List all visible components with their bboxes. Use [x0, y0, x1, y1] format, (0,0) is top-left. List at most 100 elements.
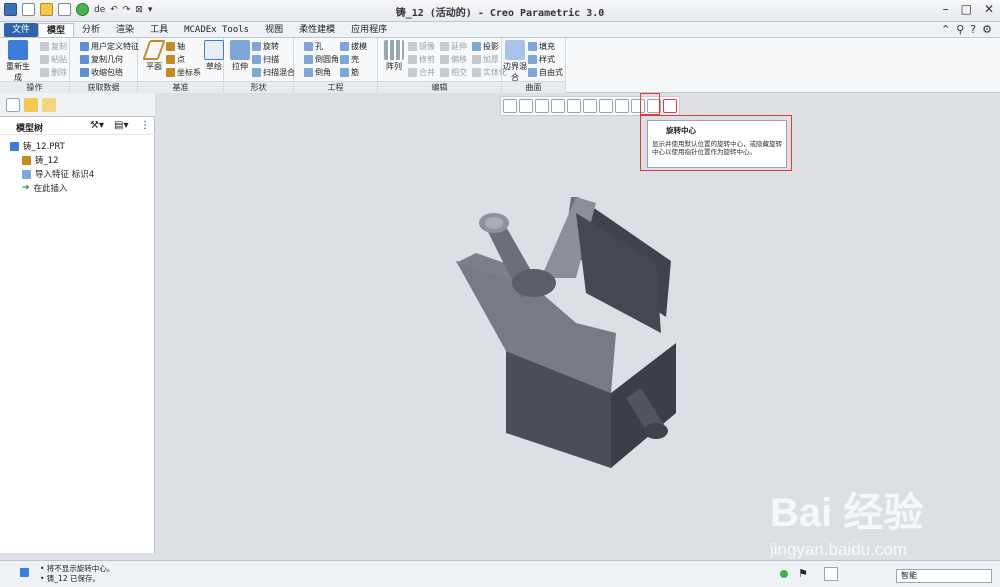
model-tree-header: 模型树 ⚒▾ ▤▾ ⋮	[0, 117, 155, 135]
selection-filter-icon[interactable]	[824, 567, 838, 581]
swept-blend-button[interactable]: 扫描混合	[252, 67, 295, 78]
shell-button[interactable]: 壳	[340, 54, 359, 65]
tree-filter-icon[interactable]: ⋮	[140, 120, 150, 131]
hole-button[interactable]: 孔	[304, 41, 323, 52]
copy-button[interactable]: 复制	[40, 41, 67, 52]
paste-label: 粘贴	[51, 55, 67, 64]
shell-label: 壳	[351, 55, 359, 64]
pattern-button[interactable]: 阵列	[380, 40, 408, 72]
regen-status-icon	[780, 570, 788, 578]
draft-icon	[340, 42, 349, 51]
help-icon[interactable]: ?	[970, 23, 976, 36]
menu-bar: 文件 模型 分析 渲染 工具 MCADEx Tools 视图 柔性建模 应用程序…	[0, 22, 1000, 38]
extrude-icon	[230, 40, 250, 60]
project-button[interactable]: 投影	[472, 41, 499, 52]
tab-analysis[interactable]: 分析	[74, 23, 108, 37]
point-icon	[166, 55, 175, 64]
mirror-label: 镜像	[419, 42, 435, 51]
intersect-icon	[440, 68, 449, 77]
extend-button[interactable]: 延伸	[440, 41, 467, 52]
sketch-icon	[204, 40, 224, 60]
intersect-button[interactable]: 相交	[440, 67, 467, 78]
plane-icon	[142, 40, 166, 60]
rib-button[interactable]: 筋	[340, 67, 359, 78]
csys-icon	[166, 68, 175, 77]
offset-label: 偏移	[451, 55, 467, 64]
flag-icon[interactable]: ⚑	[798, 567, 808, 580]
collapse-ribbon-icon[interactable]: ⌃	[941, 23, 950, 36]
folder-browser-tab-icon[interactable]	[24, 98, 38, 112]
browser-toggle-icon[interactable]	[20, 568, 29, 577]
search-icon[interactable]: ⚲	[956, 23, 964, 36]
tree-item-insert-here[interactable]: ➔ 在此插入	[0, 181, 155, 195]
tab-view[interactable]: 视图	[257, 23, 291, 37]
tree-item-import-feature[interactable]: 导入特征 标识4	[0, 167, 155, 181]
copy-geometry-button[interactable]: 复制几何	[80, 54, 123, 65]
tree-item-csys[interactable]: 铸_12	[0, 153, 155, 167]
tab-applications[interactable]: 应用程序	[343, 23, 395, 37]
merge-button[interactable]: 合并	[408, 67, 435, 78]
smart-filter-select[interactable]: 智能	[896, 569, 992, 583]
tab-flexible-modeling[interactable]: 柔性建模	[291, 23, 343, 37]
chamfer-button[interactable]: 倒角	[304, 67, 331, 78]
fill-button[interactable]: 填充	[528, 41, 555, 52]
thicken-icon	[472, 55, 481, 64]
copy-icon	[40, 42, 49, 51]
mirror-icon	[408, 42, 417, 51]
round-button[interactable]: 倒圆角	[304, 54, 339, 65]
draft-label: 拔模	[351, 42, 367, 51]
mirror-button[interactable]: 镜像	[408, 41, 435, 52]
fill-icon	[528, 42, 537, 51]
draft-button[interactable]: 拔模	[340, 41, 367, 52]
tab-file[interactable]: 文件	[4, 23, 39, 37]
axis-button[interactable]: 轴	[166, 41, 185, 52]
thicken-button[interactable]: 加厚	[472, 54, 499, 65]
model-tree-tab-icon[interactable]	[6, 98, 20, 112]
intersect-label: 相交	[451, 68, 467, 77]
favorites-tab-icon[interactable]	[42, 98, 56, 112]
tree-item-part[interactable]: 铸_12.PRT	[0, 139, 155, 153]
freestyle-button[interactable]: 自由式	[528, 67, 563, 78]
shrinkwrap-button[interactable]: 收缩包络	[80, 67, 123, 78]
plane-button[interactable]: 平面	[140, 40, 168, 72]
close-icon[interactable]: ✕	[984, 2, 994, 16]
delete-button[interactable]: 删除	[40, 67, 67, 78]
revolve-button[interactable]: 旋转	[252, 41, 279, 52]
extrude-button[interactable]: 拉伸	[226, 40, 254, 72]
chamfer-icon	[304, 68, 313, 77]
ribbon: 重新生成 复制 粘贴 删除 操作 用户定义特征 复制几何 收缩包络 获取数据 平…	[0, 38, 1000, 93]
copy-label: 复制	[51, 42, 67, 51]
settings-icon[interactable]: ⚙	[982, 23, 992, 36]
message-log-icon[interactable]	[6, 568, 15, 577]
offset-button[interactable]: 偏移	[440, 54, 467, 65]
status-bar: • 将不显示旋转中心。 • 铸_12 已保存。 ⚑ 智能	[0, 560, 1000, 587]
tab-render[interactable]: 渲染	[108, 23, 142, 37]
tree-settings-icon[interactable]: ⚒▾	[90, 120, 104, 131]
rib-icon	[340, 68, 349, 77]
boundary-blend-button[interactable]: 边界混合	[503, 40, 527, 83]
solidify-icon	[472, 68, 481, 77]
regenerate-button[interactable]: 重新生成	[4, 40, 32, 83]
tree-item-label: 在此插入	[33, 184, 68, 194]
swept-blend-icon	[252, 68, 261, 77]
group-label-edit: 编辑	[378, 81, 501, 93]
csys-button[interactable]: 坐标系	[166, 67, 201, 78]
offset-icon	[440, 55, 449, 64]
group-label-shapes: 形状	[224, 81, 293, 93]
point-button[interactable]: 点	[166, 54, 185, 65]
tab-mcadex[interactable]: MCADEx Tools	[176, 23, 257, 37]
tab-model[interactable]: 模型	[38, 23, 75, 37]
tree-show-icon[interactable]: ▤▾	[114, 120, 128, 131]
trim-button[interactable]: 修剪	[408, 54, 435, 65]
tree-item-label: 导入特征 标识4	[35, 170, 95, 180]
udf-button[interactable]: 用户定义特征	[80, 41, 139, 52]
style-button[interactable]: 样式	[528, 54, 555, 65]
graphics-window[interactable]: 旋转中心 显示并使用默认位置的旋转中心，或隐藏旋转中心以使用指针位置作为旋转中心…	[156, 93, 1000, 560]
merge-label: 合并	[419, 68, 435, 77]
window-controls: – □ ✕	[943, 2, 994, 16]
tab-tools[interactable]: 工具	[142, 23, 176, 37]
sweep-button[interactable]: 扫描	[252, 54, 279, 65]
minimize-icon[interactable]: –	[943, 2, 949, 16]
maximize-icon[interactable]: □	[961, 2, 972, 16]
paste-button[interactable]: 粘贴	[40, 54, 67, 65]
